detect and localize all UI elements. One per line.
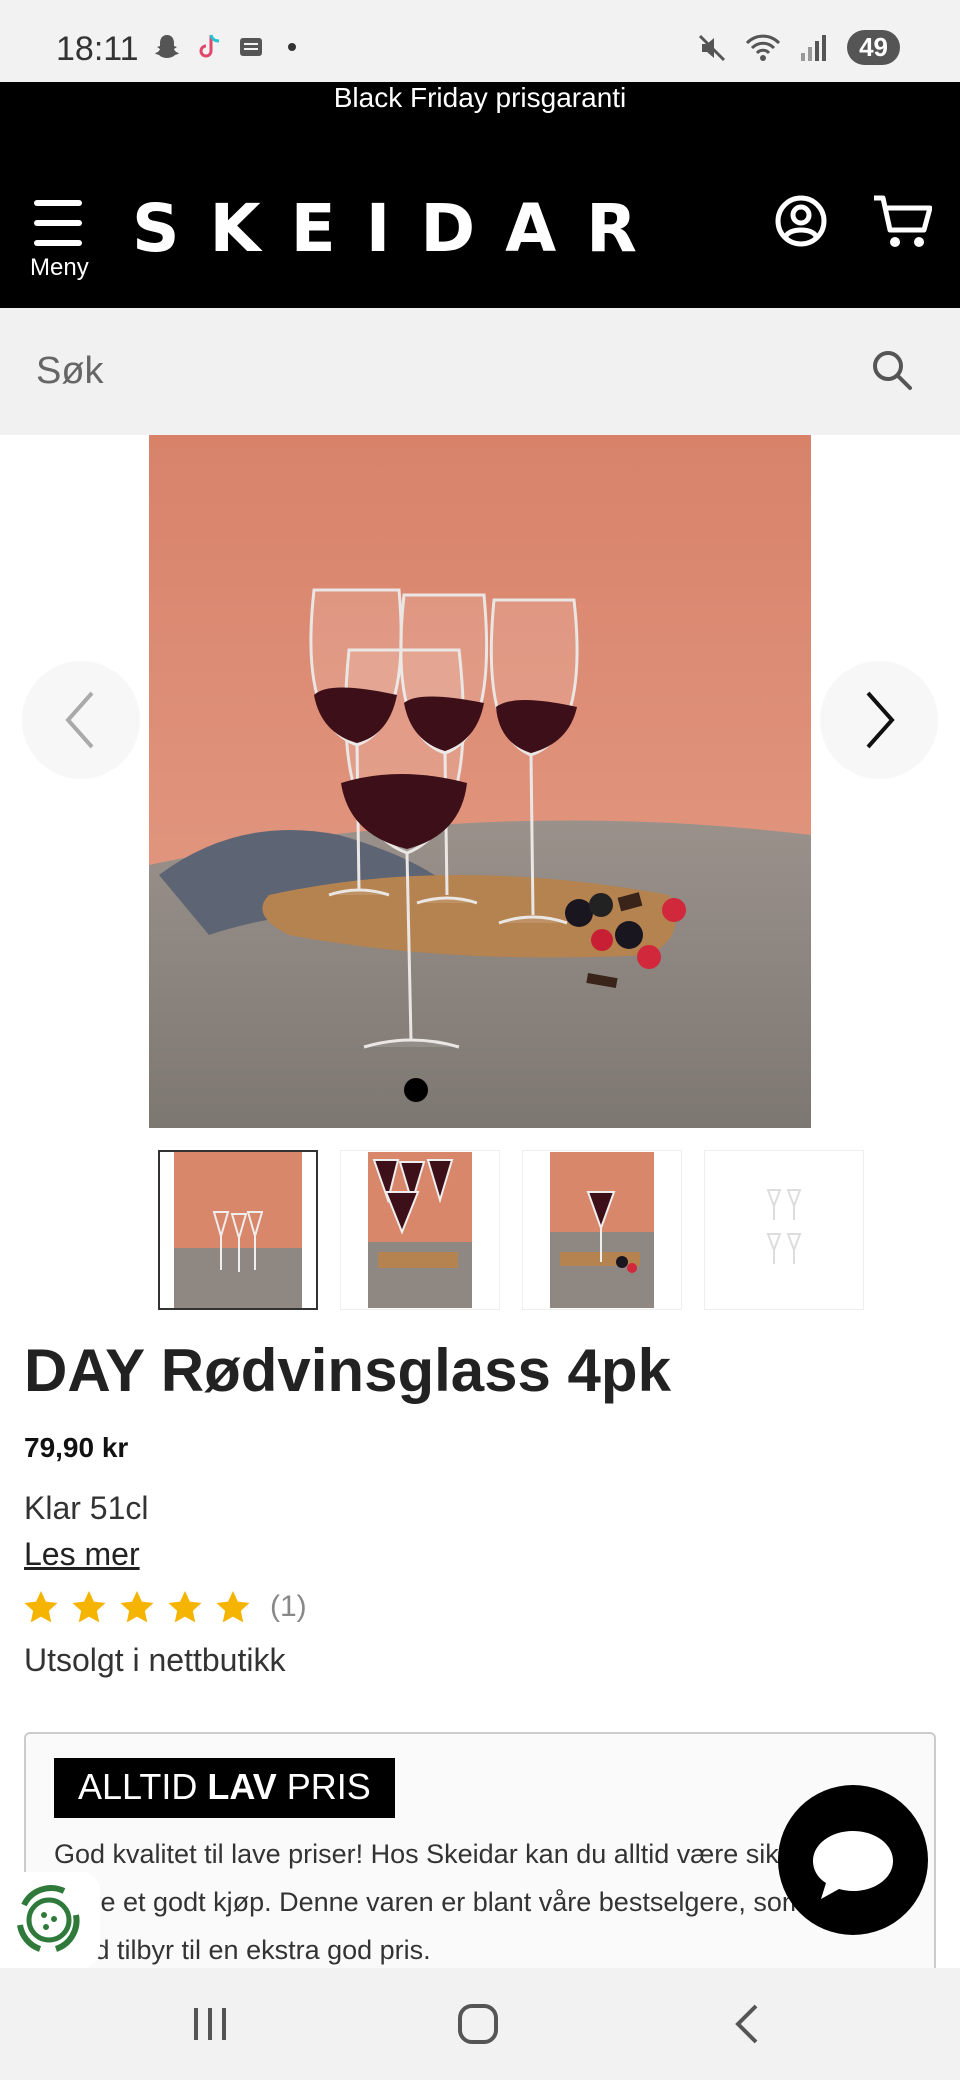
chat-bubble-icon — [813, 1831, 893, 1899]
rating-stars[interactable]: (1) — [24, 1590, 307, 1624]
promo-banner[interactable]: Black Friday prisgaranti — [0, 82, 960, 126]
carousel-indicator-dot[interactable] — [404, 1078, 428, 1102]
star-icon — [216, 1591, 250, 1623]
previous-image-button[interactable] — [22, 661, 140, 779]
skeidar-logo[interactable]: SKEIDAR — [132, 190, 667, 267]
menu-label[interactable]: Meny — [30, 254, 89, 282]
mute-icon — [699, 34, 726, 61]
review-count[interactable]: (1) — [270, 1590, 307, 1624]
product-image[interactable] — [149, 435, 811, 1128]
recycle-icon — [17, 1885, 80, 1952]
thumbnail-strip — [158, 1150, 864, 1310]
star-icon — [120, 1591, 154, 1623]
status-time: 18:11 — [56, 30, 139, 68]
next-image-button[interactable] — [820, 661, 938, 779]
star-icon — [24, 1591, 58, 1623]
recent-apps-button[interactable] — [180, 1996, 240, 2052]
home-button[interactable] — [448, 1996, 508, 2052]
system-nav-bar — [0, 1968, 960, 2080]
star-icon — [72, 1591, 106, 1623]
layers-icon — [240, 38, 262, 56]
more-notifications-dot — [288, 43, 296, 51]
chevron-right-icon — [866, 691, 895, 749]
search-icon[interactable] — [870, 348, 914, 392]
recycle-badge[interactable] — [0, 1872, 100, 1968]
thumbnail-2[interactable] — [340, 1150, 500, 1310]
product-gallery — [0, 435, 960, 1128]
thumbnail-4[interactable] — [704, 1150, 864, 1310]
star-icon — [168, 1591, 202, 1623]
read-more-link[interactable]: Les mer — [24, 1536, 140, 1573]
cart-icon[interactable] — [872, 194, 932, 250]
back-button[interactable] — [718, 1996, 778, 2052]
system-icons: 49 — [697, 30, 900, 65]
search-bar — [0, 308, 960, 435]
battery-indicator: 49 — [847, 30, 900, 65]
snapchat-icon — [155, 35, 179, 58]
signal-icon — [801, 34, 827, 61]
site-header: Meny SKEIDAR — [0, 126, 960, 308]
low-price-badge: ALLTID LAV PRIS — [54, 1758, 395, 1818]
chevron-left-icon — [65, 691, 94, 749]
product-price: 79,90 kr — [24, 1432, 129, 1463]
tiktok-icon — [199, 34, 220, 58]
chat-button[interactable] — [778, 1785, 928, 1935]
thumbnail-3[interactable] — [522, 1150, 682, 1310]
account-icon[interactable] — [774, 194, 828, 248]
status-bar: 18:11 49 — [0, 0, 960, 82]
search-input[interactable] — [36, 338, 836, 404]
stock-status: Utsolgt i nettbutikk — [24, 1642, 286, 1678]
notification-icons — [152, 32, 296, 62]
product-variant: Klar 51cl — [24, 1490, 149, 1526]
thumbnail-1[interactable] — [158, 1150, 318, 1310]
wifi-icon — [745, 34, 781, 61]
product-title: DAY Rødvinsglass 4pk — [24, 1337, 671, 1404]
low-price-description: God kvalitet til lave priser! Hos Skeida… — [54, 1839, 877, 1965]
